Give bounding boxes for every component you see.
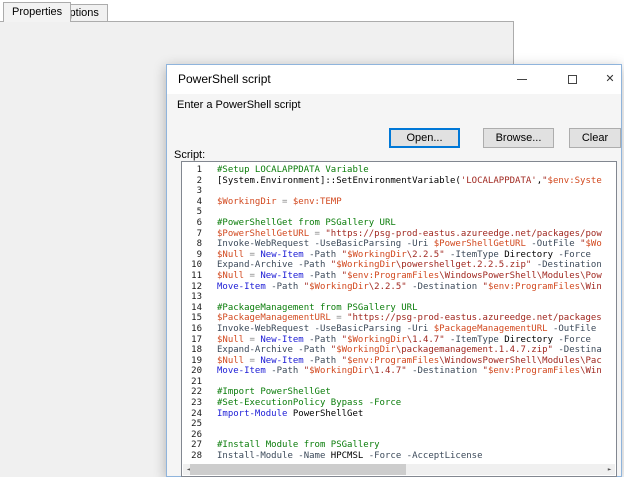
line-number: 26: [182, 430, 202, 441]
code-line: 24Import-Module PowerShellGet: [182, 409, 616, 420]
line-number: 9: [182, 250, 202, 261]
script-editor[interactable]: 1#Setup LOCALAPPDATA Variable2[System.En…: [181, 161, 617, 477]
minimize-button[interactable]: [507, 65, 537, 93]
clear-button[interactable]: Clear: [569, 128, 621, 148]
enter-script-caption: Enter a PowerShell script: [177, 99, 301, 111]
line-number: 27: [182, 440, 202, 451]
maximize-button[interactable]: [557, 65, 587, 93]
code-line: 10Expand-Archive -Path "$WorkingDir\powe…: [182, 260, 616, 271]
line-number: 8: [182, 239, 202, 250]
horizontal-scrollbar[interactable]: ◄ ►: [183, 464, 615, 475]
line-number: 23: [182, 398, 202, 409]
line-number: 14: [182, 303, 202, 314]
code-line: 17$Null = New-Item -Path "$WorkingDir\1.…: [182, 335, 616, 346]
code-line: 3: [182, 186, 616, 197]
code-line: 23#Set-ExecutionPolicy Bypass -Force: [182, 398, 616, 409]
code-line: 14#PackageManagement from PSGallery URL: [182, 303, 616, 314]
line-number: 13: [182, 292, 202, 303]
line-number: 12: [182, 282, 202, 293]
open-button[interactable]: Open...: [389, 128, 460, 148]
line-number: 2: [182, 176, 202, 187]
code-line: 5: [182, 207, 616, 218]
tab-properties[interactable]: Properties: [3, 2, 71, 22]
line-number: 1: [182, 165, 202, 176]
close-icon: ✕: [605, 74, 614, 85]
screen: Properties Options Type: Run PowerShell …: [0, 0, 624, 477]
code-line: 7$PowerShellGetURL = "https://psg-prod-e…: [182, 229, 616, 240]
line-number: 4: [182, 197, 202, 208]
code-line: 13: [182, 292, 616, 303]
code-line: 12Move-Item -Path "$WorkingDir\2.2.5" -D…: [182, 282, 616, 293]
code-line: 2[System.Environment]::SetEnvironmentVar…: [182, 176, 616, 187]
code-line: 21: [182, 377, 616, 388]
line-number: 28: [182, 451, 202, 462]
browse-button[interactable]: Browse...: [483, 128, 554, 148]
line-number: 19: [182, 356, 202, 367]
line-number: 16: [182, 324, 202, 335]
code-line: 1#Setup LOCALAPPDATA Variable: [182, 165, 616, 176]
code-line: 6#PowerShellGet from PSGallery URL: [182, 218, 616, 229]
code-line: 4$WorkingDir = $env:TEMP: [182, 197, 616, 208]
line-number: 10: [182, 260, 202, 271]
dialog-title: PowerShell script: [178, 72, 271, 86]
line-number: 7: [182, 229, 202, 240]
line-number: 17: [182, 335, 202, 346]
code-line: 25: [182, 419, 616, 430]
line-number: 5: [182, 207, 202, 218]
code-line: 9$Null = New-Item -Path "$WorkingDir\2.2…: [182, 250, 616, 261]
line-number: 25: [182, 419, 202, 430]
code-line: 15$PackageManagementURL = "https://psg-p…: [182, 313, 616, 324]
line-number: 11: [182, 271, 202, 282]
close-button[interactable]: ✕: [595, 65, 624, 93]
powershell-script-dialog: PowerShell script ✕ Enter a PowerShell s…: [166, 64, 622, 477]
code-line: 19$Null = New-Item -Path "$env:ProgramFi…: [182, 356, 616, 367]
line-number: 6: [182, 218, 202, 229]
line-number: 24: [182, 409, 202, 420]
script-editor-lines: 1#Setup LOCALAPPDATA Variable2[System.En…: [182, 162, 616, 462]
line-number: 15: [182, 313, 202, 324]
code-line: 20Move-Item -Path "$WorkingDir\1.4.7" -D…: [182, 366, 616, 377]
line-number: 22: [182, 387, 202, 398]
code-line: 22#Import PowerShellGet: [182, 387, 616, 398]
code-line: 8Invoke-WebRequest -UseBasicParsing -Uri…: [182, 239, 616, 250]
minimize-icon: [517, 79, 527, 80]
line-number: 21: [182, 377, 202, 388]
line-number: 18: [182, 345, 202, 356]
line-number: 3: [182, 186, 202, 197]
code-line: 28Install-Module -Name HPCMSL -Force -Ac…: [182, 451, 616, 462]
code-line: 16Invoke-WebRequest -UseBasicParsing -Ur…: [182, 324, 616, 335]
code-line: 11$Null = New-Item -Path "$env:ProgramFi…: [182, 271, 616, 282]
code-line: 27#Install Module from PSGallery: [182, 440, 616, 451]
scroll-right-icon[interactable]: ►: [604, 464, 615, 475]
script-label: Script:: [174, 149, 205, 161]
code-line: 18Expand-Archive -Path "$WorkingDir\pack…: [182, 345, 616, 356]
title-bar[interactable]: PowerShell script ✕: [167, 65, 621, 94]
maximize-icon: [568, 75, 577, 84]
code-line: 26: [182, 430, 616, 441]
tab-properties-label: Properties: [12, 6, 62, 18]
scrollbar-thumb[interactable]: [190, 464, 406, 475]
line-number: 20: [182, 366, 202, 377]
